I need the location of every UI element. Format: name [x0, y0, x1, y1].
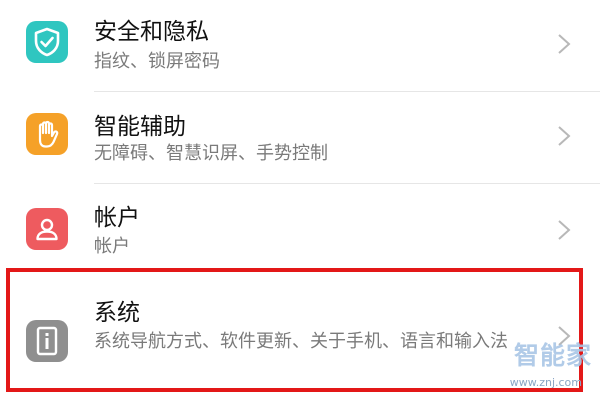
settings-item-system[interactable]: 系统 系统导航方式、软件更新、关于手机、语言和输入法 [0, 268, 600, 400]
phone-info-icon [26, 320, 68, 362]
settings-item-subtitle: 系统导航方式、软件更新、关于手机、语言和输入法 [94, 331, 508, 352]
settings-item-smart-assistance[interactable]: 智能辅助 无障碍、智慧识屏、手势控制 [0, 92, 600, 183]
shield-check-icon [26, 21, 68, 63]
settings-item-title: 系统 [94, 300, 140, 326]
hand-icon [26, 113, 68, 155]
settings-item-title: 帐户 [94, 205, 140, 231]
settings-item-subtitle: 帐户 [94, 236, 130, 257]
settings-item-security-privacy[interactable]: 安全和隐私 指纹、锁屏密码 [0, 0, 600, 91]
chevron-right-icon [558, 34, 571, 54]
settings-item-accounts[interactable]: 帐户 帐户 [0, 184, 600, 264]
settings-item-title: 安全和隐私 [94, 19, 209, 45]
chevron-right-icon [558, 126, 571, 146]
user-icon [26, 208, 68, 250]
settings-list: 安全和隐私 指纹、锁屏密码 智能辅助 无障碍、智慧识屏、手势控制 帐户 帐户 系… [0, 0, 600, 400]
chevron-right-icon [558, 220, 571, 240]
settings-item-title: 智能辅助 [94, 114, 186, 140]
settings-item-subtitle: 指纹、锁屏密码 [94, 51, 220, 72]
chevron-right-icon [558, 326, 571, 346]
settings-item-subtitle: 无障碍、智慧识屏、手势控制 [94, 143, 328, 164]
